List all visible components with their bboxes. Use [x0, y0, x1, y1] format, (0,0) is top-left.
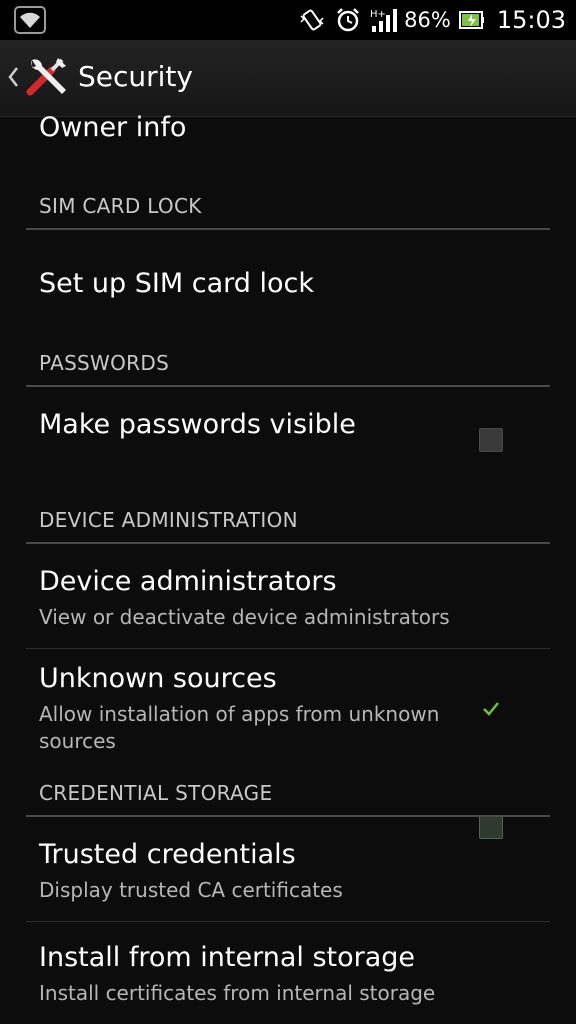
- owner-info-item[interactable]: Owner info: [0, 112, 576, 162]
- trusted-credentials-summary: Display trusted CA certificates: [39, 878, 343, 902]
- clock: 15:03: [496, 6, 566, 34]
- alarm-icon: [334, 6, 362, 34]
- owner-info-title: Owner info: [39, 112, 187, 143]
- page-title: Security: [78, 60, 193, 93]
- install-from-internal-storage-summary: Install certificates from internal stora…: [39, 981, 436, 1005]
- make-passwords-visible-checkbox[interactable]: [479, 428, 503, 452]
- section-divider: [26, 385, 550, 387]
- set-up-sim-card-lock-title: Set up SIM card lock: [39, 268, 314, 299]
- section-header-sim-card-lock: SIM CARD LOCK: [39, 194, 202, 218]
- wifi-icon: [14, 6, 46, 38]
- section-header-credential-storage: CREDENTIAL STORAGE: [39, 781, 273, 805]
- status-bar: H+ 86% 15:03: [0, 0, 576, 40]
- make-passwords-visible-item[interactable]: Make passwords visible: [0, 389, 576, 501]
- security-settings-list: Owner info SIM CARD LOCK Set up SIM card…: [0, 112, 576, 1024]
- vibrate-icon: [298, 6, 326, 34]
- checkmark-icon: [480, 698, 502, 724]
- device-administrators-item[interactable]: Device administrators View or deactivate…: [0, 546, 576, 648]
- trusted-credentials-title: Trusted credentials: [39, 839, 296, 870]
- device-administrators-summary: View or deactivate device administrators: [39, 605, 450, 629]
- signal-icon: H+: [370, 6, 400, 34]
- set-up-sim-card-lock-item[interactable]: Set up SIM card lock: [0, 232, 576, 342]
- install-from-internal-storage-item[interactable]: Install from internal storage Install ce…: [0, 922, 576, 1024]
- action-bar: Security: [0, 40, 576, 117]
- battery-percent: 86%: [404, 8, 451, 32]
- make-passwords-visible-title: Make passwords visible: [39, 409, 356, 440]
- tools-icon[interactable]: [22, 54, 70, 106]
- back-chevron-icon[interactable]: [6, 62, 20, 96]
- section-header-passwords: PASSWORDS: [39, 351, 170, 375]
- install-from-internal-storage-title: Install from internal storage: [39, 942, 416, 973]
- battery-icon: [458, 9, 485, 31]
- device-administrators-title: Device administrators: [39, 566, 337, 597]
- unknown-sources-title: Unknown sources: [39, 663, 277, 694]
- unknown-sources-summary: Allow installation of apps from unknown …: [39, 702, 440, 753]
- section-divider: [26, 542, 550, 544]
- section-header-device-administration: DEVICE ADMINISTRATION: [39, 508, 298, 532]
- network-type-label: H+: [370, 9, 386, 20]
- section-divider: [26, 228, 550, 230]
- status-indicators: H+ 86% 15:03: [290, 0, 566, 40]
- section-divider: [26, 815, 550, 817]
- trusted-credentials-item[interactable]: Trusted credentials Display trusted CA c…: [0, 819, 576, 921]
